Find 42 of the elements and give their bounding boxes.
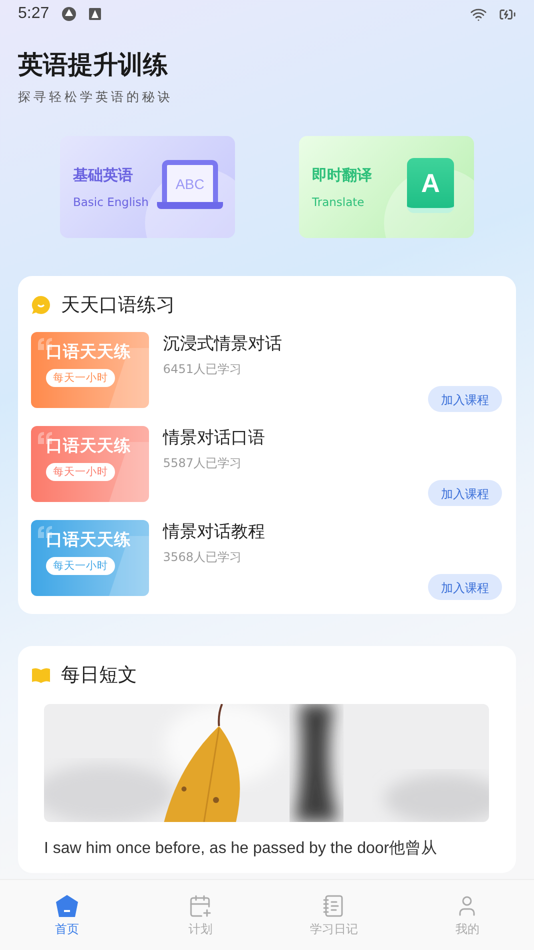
sync-icon — [61, 6, 78, 22]
thumbnail-title: 口语天天练 — [46, 529, 131, 551]
thumbnail-tag: 每天一小时 — [46, 557, 115, 575]
thumbnail-title: 口语天天练 — [46, 341, 131, 363]
thumbnail-tag: 每天一小时 — [46, 369, 115, 387]
article-text: I saw him once before, as he passed by the door他曾从 — [44, 838, 438, 859]
course-name: 情景对话口语 — [163, 427, 265, 449]
course-name: 情景对话教程 — [163, 521, 265, 543]
course-thumbnail[interactable]: 口语天天练 每天一小时 — [31, 520, 149, 596]
status-time: 5:27 — [18, 5, 50, 23]
nav-tab[interactable]: 首页 — [0, 880, 134, 950]
nav-tab[interactable]: 我的 — [400, 880, 534, 950]
notebook-icon — [322, 894, 346, 918]
course-name: 沉浸式情景对话 — [163, 333, 282, 355]
open-book-icon — [31, 667, 51, 683]
thumbnail-tag: 每天一小时 — [46, 463, 115, 481]
page-subtitle: 探寻轻松学英语的秘诀 — [18, 89, 173, 106]
learner-count: 3568人已学习 — [163, 549, 242, 566]
feature-title: 基础英语 — [73, 166, 134, 184]
join-course-button[interactable]: 加入课程 — [428, 480, 502, 506]
feature-title: 即时翻译 — [312, 166, 372, 184]
join-course-button[interactable]: 加入课程 — [428, 386, 502, 412]
chat-bubble-icon — [31, 295, 51, 315]
feature-subtitle: Basic English — [73, 194, 149, 208]
section-title: 天天口语练习 — [61, 293, 175, 318]
page-title: 英语提升训练 — [18, 49, 168, 81]
app-icon — [89, 8, 102, 20]
learner-count: 6451人已学习 — [163, 361, 242, 378]
calendar-icon — [188, 894, 212, 918]
section-title: 每日短文 — [61, 663, 137, 688]
learner-count: 5587人已学习 — [163, 455, 242, 472]
book-icon: A — [407, 158, 454, 213]
course-thumbnail[interactable]: 口语天天练 每天一小时 — [31, 332, 149, 408]
join-course-button[interactable]: 加入课程 — [428, 574, 502, 600]
feature-card[interactable]: 基础英语 Basic English ABC — [60, 136, 235, 238]
course-thumbnail[interactable]: 口语天天练 每天一小时 — [31, 426, 149, 502]
feature-subtitle: Translate — [312, 194, 366, 208]
thumbnail-title: 口语天天练 — [46, 435, 131, 457]
home-icon — [54, 894, 79, 918]
feature-card[interactable]: 即时翻译 Translate A — [299, 136, 474, 238]
nav-tab[interactable]: 计划 — [134, 880, 267, 950]
nav-tab[interactable]: 学习日记 — [267, 880, 400, 950]
